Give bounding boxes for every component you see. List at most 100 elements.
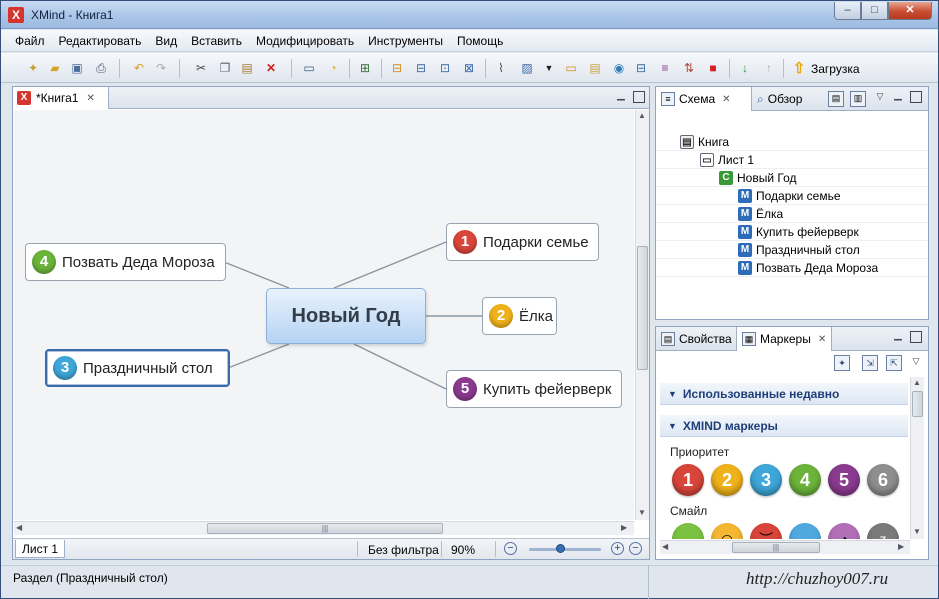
priority-5-icon[interactable]: 5 [828, 464, 860, 496]
minimize-panel-icon[interactable]: ▁ [615, 91, 627, 103]
priority-6-icon[interactable]: 6 [867, 464, 899, 496]
scroll-up-icon[interactable]: ▲ [913, 378, 921, 387]
horizontal-scrollbar[interactable]: ◀ ||| ▶ [14, 521, 634, 535]
menu-modify[interactable]: Модифицировать [249, 30, 361, 51]
tree-item-topic[interactable]: M Ёлка [656, 205, 928, 223]
menu-edit[interactable]: Редактировать [52, 30, 149, 51]
smiley-happy-icon[interactable]: ◡ [672, 523, 704, 539]
mindmap-canvas[interactable]: Новый Год 1 Подарки семье 2 Ёлка 3 Празд… [14, 110, 634, 520]
tab-outline[interactable]: ≡ Схема ✕ [656, 87, 752, 111]
close-icon[interactable]: ✕ [818, 334, 826, 345]
menu-tools[interactable]: Инструменты [361, 30, 450, 51]
priority-3-icon[interactable]: 3 [750, 464, 782, 496]
hyperlink-globe-icon[interactable]: ◉ [611, 60, 627, 76]
priority-2-icon[interactable]: 2 [711, 464, 743, 496]
tree-item-topic[interactable]: M Подарки семье [656, 187, 928, 205]
scrollbar-thumb[interactable]: ||| [207, 523, 443, 534]
tree-item-workbook[interactable]: ▤ Книга [656, 133, 928, 151]
tab-kniga1[interactable]: X *Книга1 ✕ [13, 87, 109, 109]
scroll-right-icon[interactable]: ▶ [898, 542, 904, 551]
tree-item-central[interactable]: C Новый Год [656, 169, 928, 187]
topic-feast-table[interactable]: 3 Праздничный стол [45, 349, 230, 387]
close-icon[interactable]: ✕ [722, 94, 730, 105]
zoom-fit-icon[interactable]: − [629, 542, 642, 555]
export-image-icon[interactable]: ⊞ [357, 60, 373, 76]
vertical-scrollbar[interactable]: ▲ ▼ [635, 110, 649, 520]
view-menu-icon[interactable]: ▽ [910, 356, 922, 368]
zoom-in-icon[interactable]: + [611, 542, 624, 555]
smiley-sleepy-icon[interactable]: z [867, 523, 899, 539]
maximize-button[interactable]: □ [861, 2, 888, 20]
menu-help[interactable]: Помощь [450, 30, 510, 51]
tree-item-topic[interactable]: M Позвать Деда Мороза [656, 259, 928, 277]
topic-tree[interactable]: 2 Ёлка [482, 297, 557, 335]
markers-vertical-scrollbar[interactable]: ▲ ▼ [910, 377, 924, 539]
topic-gifts[interactable]: 1 Подарки семье [446, 223, 599, 261]
tab-overview[interactable]: ⌕ Обзор [752, 87, 807, 111]
chevron-down-icon[interactable]: ▼ [541, 60, 557, 76]
print-icon[interactable]: ⎙ [93, 60, 109, 76]
drill-down-icon[interactable]: ↓ [737, 60, 753, 76]
redo-icon[interactable]: ↷ [153, 60, 169, 76]
stop-icon[interactable]: ■ [705, 60, 721, 76]
insert-parent-topic-icon[interactable]: ⊠ [461, 60, 477, 76]
delete-icon[interactable]: ✕ [263, 60, 279, 76]
sheet-tab[interactable]: Лист 1 [15, 540, 66, 558]
upload-button[interactable]: ⇧ Загрузка [791, 58, 860, 79]
drill-up-icon[interactable]: ↑ [761, 60, 777, 76]
insert-subtopic-icon[interactable]: ⊟ [413, 60, 429, 76]
view-menu-icon[interactable]: ▽ [874, 91, 886, 103]
scrollbar-thumb[interactable]: ||| [732, 542, 820, 553]
open-folder-icon[interactable]: ▰ [47, 60, 63, 76]
scroll-down-icon[interactable]: ▼ [638, 508, 646, 517]
tree-view-icon[interactable]: ▤ [828, 91, 844, 107]
summary-icon[interactable]: ⊟ [633, 60, 649, 76]
cut-icon[interactable]: ✂ [193, 60, 209, 76]
priority-4-icon[interactable]: 4 [789, 464, 821, 496]
attachment-icon[interactable]: ⌇ [493, 60, 509, 76]
smiley-cry-icon[interactable]: ︵ [789, 523, 821, 539]
export-markers-icon[interactable]: ⇱ [886, 355, 902, 371]
scroll-left-icon[interactable]: ◀ [662, 542, 668, 551]
scroll-right-icon[interactable]: ▶ [621, 523, 627, 532]
tree-item-sheet[interactable]: ▭ Лист 1 [656, 151, 928, 169]
scroll-up-icon[interactable]: ▲ [638, 111, 646, 120]
scroll-left-icon[interactable]: ◀ [16, 523, 22, 532]
tree-item-topic[interactable]: M Праздничный стол [656, 241, 928, 259]
close-icon[interactable]: ✕ [86, 93, 94, 104]
maximize-panel-icon[interactable] [910, 331, 922, 343]
tab-markers[interactable]: ▦ Маркеры ✕ [736, 327, 833, 351]
sort-icon[interactable]: ⇅ [681, 60, 697, 76]
filter-status[interactable]: Без фильтра [368, 543, 439, 557]
close-button[interactable]: ✕ [888, 2, 932, 20]
minimize-panel-icon[interactable]: ▁ [892, 91, 904, 103]
zoom-slider-knob[interactable] [556, 544, 566, 553]
insert-image-icon[interactable]: ▨ [519, 60, 535, 76]
copy-icon[interactable]: ❐ [217, 60, 233, 76]
import-markers-icon[interactable]: ⇲ [862, 355, 878, 371]
markers-horizontal-scrollbar[interactable]: ◀ ||| ▶ [660, 540, 910, 554]
minimize-button[interactable]: – [834, 2, 861, 20]
scroll-down-icon[interactable]: ▼ [913, 527, 921, 536]
add-marker-icon[interactable]: ✦ [834, 355, 850, 371]
minimize-panel-icon[interactable]: ▁ [892, 331, 904, 343]
scrollbar-thumb[interactable] [912, 391, 923, 417]
topic-ded-moroz[interactable]: 4 Позвать Деда Мороза [25, 243, 226, 281]
new-file-icon[interactable]: ✦ [25, 60, 41, 76]
tab-properties[interactable]: ▤ Свойства [656, 327, 737, 351]
maximize-panel-icon[interactable] [633, 91, 645, 103]
priority-1-icon[interactable]: 1 [672, 464, 704, 496]
smiley-angry-icon[interactable]: ︶ [750, 523, 782, 539]
undo-icon[interactable]: ↶ [131, 60, 147, 76]
presentation-icon[interactable]: ▭ [301, 60, 317, 76]
list-view-icon[interactable]: ▥ [850, 91, 866, 107]
insert-topic-before-icon[interactable]: ⊡ [437, 60, 453, 76]
section-xmind-markers[interactable]: ▼ XMIND маркеры [660, 415, 908, 437]
topic-fireworks[interactable]: 5 Купить фейерверк [446, 370, 622, 408]
maximize-panel-icon[interactable] [910, 91, 922, 103]
tree-item-topic[interactable]: M Купить фейерверк [656, 223, 928, 241]
paste-icon[interactable]: ▤ [239, 60, 255, 76]
relationship-icon[interactable]: ≡ [657, 60, 673, 76]
boundary-icon[interactable]: ▭ [563, 60, 579, 76]
menu-file[interactable]: Файл [8, 30, 52, 51]
